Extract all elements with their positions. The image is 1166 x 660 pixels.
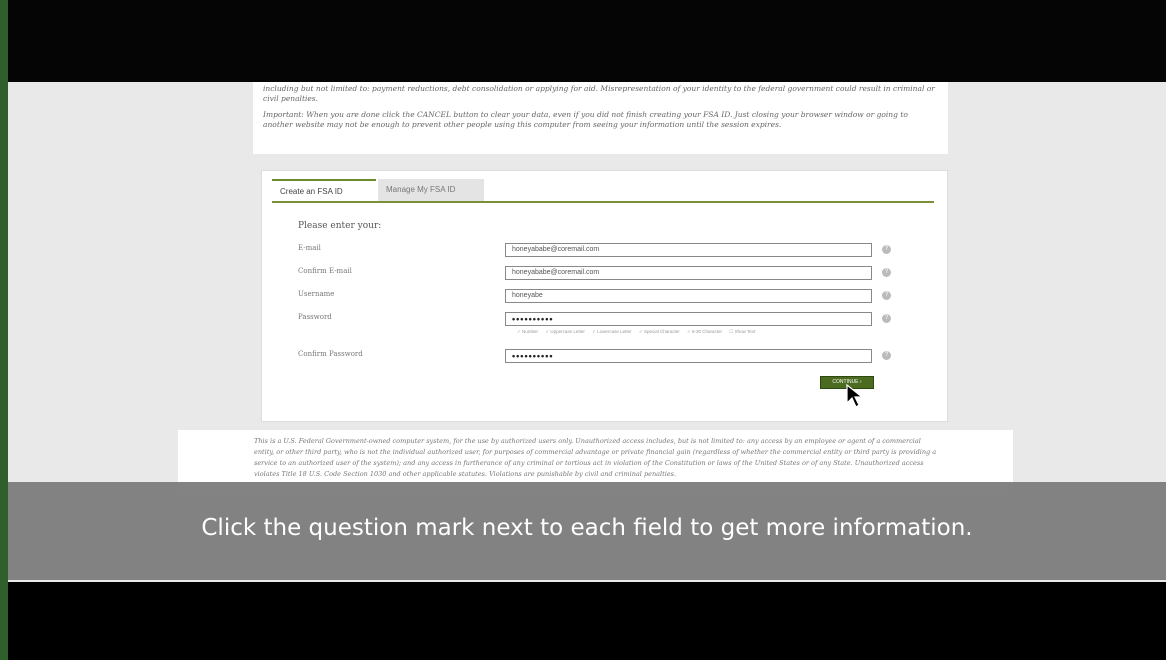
email-field[interactable]: honeyababe@coremail.com — [505, 243, 872, 257]
tab-manage-fsa-id[interactable]: Manage My FSA ID — [378, 179, 484, 201]
help-icon[interactable]: ? — [882, 291, 891, 300]
req-uppercase: ✓ Uppercase Letter — [545, 329, 585, 334]
confirm-email-label: Confirm E-mail — [298, 267, 352, 275]
caption-bar: Click the question mark next to each fie… — [8, 482, 1166, 580]
confirm-password-label: Confirm Password — [298, 350, 363, 358]
confirm-email-field[interactable]: honeyababe@coremail.com — [505, 266, 872, 280]
username-row: Username honeyabe ? — [298, 289, 898, 305]
letterbox-bottom — [8, 582, 1166, 660]
caption-text: Click the question mark next to each fie… — [201, 515, 973, 541]
password-requirements: ✓ Number ✓ Uppercase Letter ✓ Lowercase … — [517, 329, 761, 335]
req-number: ✓ Number — [517, 329, 539, 334]
help-icon[interactable]: ? — [882, 351, 891, 360]
confirm-password-row: Confirm Password •••••••••• ? — [298, 349, 898, 365]
mouse-pointer-icon — [846, 383, 864, 408]
password-label: Password — [298, 313, 332, 321]
intro-notice: including but not limited to: payment re… — [253, 82, 948, 154]
confirm-email-row: Confirm E-mail honeyababe@coremail.com ? — [298, 266, 898, 282]
username-label: Username — [298, 290, 335, 298]
legal-notice: This is a U.S. Federal Government-owned … — [178, 430, 1013, 490]
intro-paragraph-1: including but not limited to: payment re… — [263, 84, 935, 103]
help-icon[interactable]: ? — [882, 245, 891, 254]
webpage: including but not limited to: payment re… — [8, 82, 1166, 582]
letterbox-top — [8, 0, 1166, 82]
email-row: E-mail honeyababe@coremail.com ? — [298, 243, 898, 259]
tab-bar: Create an FSA ID Manage My FSA ID — [272, 179, 934, 203]
confirm-password-field[interactable]: •••••••••• — [505, 349, 872, 363]
username-field[interactable]: honeyabe — [505, 289, 872, 303]
password-row: Password •••••••••• ? — [298, 312, 898, 328]
email-label: E-mail — [298, 244, 321, 252]
help-icon[interactable]: ? — [882, 314, 891, 323]
req-special: ✓ Special Character — [638, 329, 680, 334]
req-lowercase: ✓ Lowercase Letter — [592, 329, 632, 334]
fsa-form-card: Create an FSA ID Manage My FSA ID Please… — [261, 170, 948, 422]
form-heading: Please enter your: — [298, 221, 382, 231]
tab-create-fsa-id[interactable]: Create an FSA ID — [272, 179, 376, 201]
req-length: ✓ 8-30 Character — [686, 329, 723, 334]
password-field[interactable]: •••••••••• — [505, 312, 872, 326]
video-frame: including but not limited to: payment re… — [8, 0, 1166, 660]
show-text-checkbox[interactable]: ☐ Show Text — [729, 329, 755, 334]
intro-paragraph-2: Important: When you are done click the C… — [263, 110, 908, 129]
help-icon[interactable]: ? — [882, 268, 891, 277]
